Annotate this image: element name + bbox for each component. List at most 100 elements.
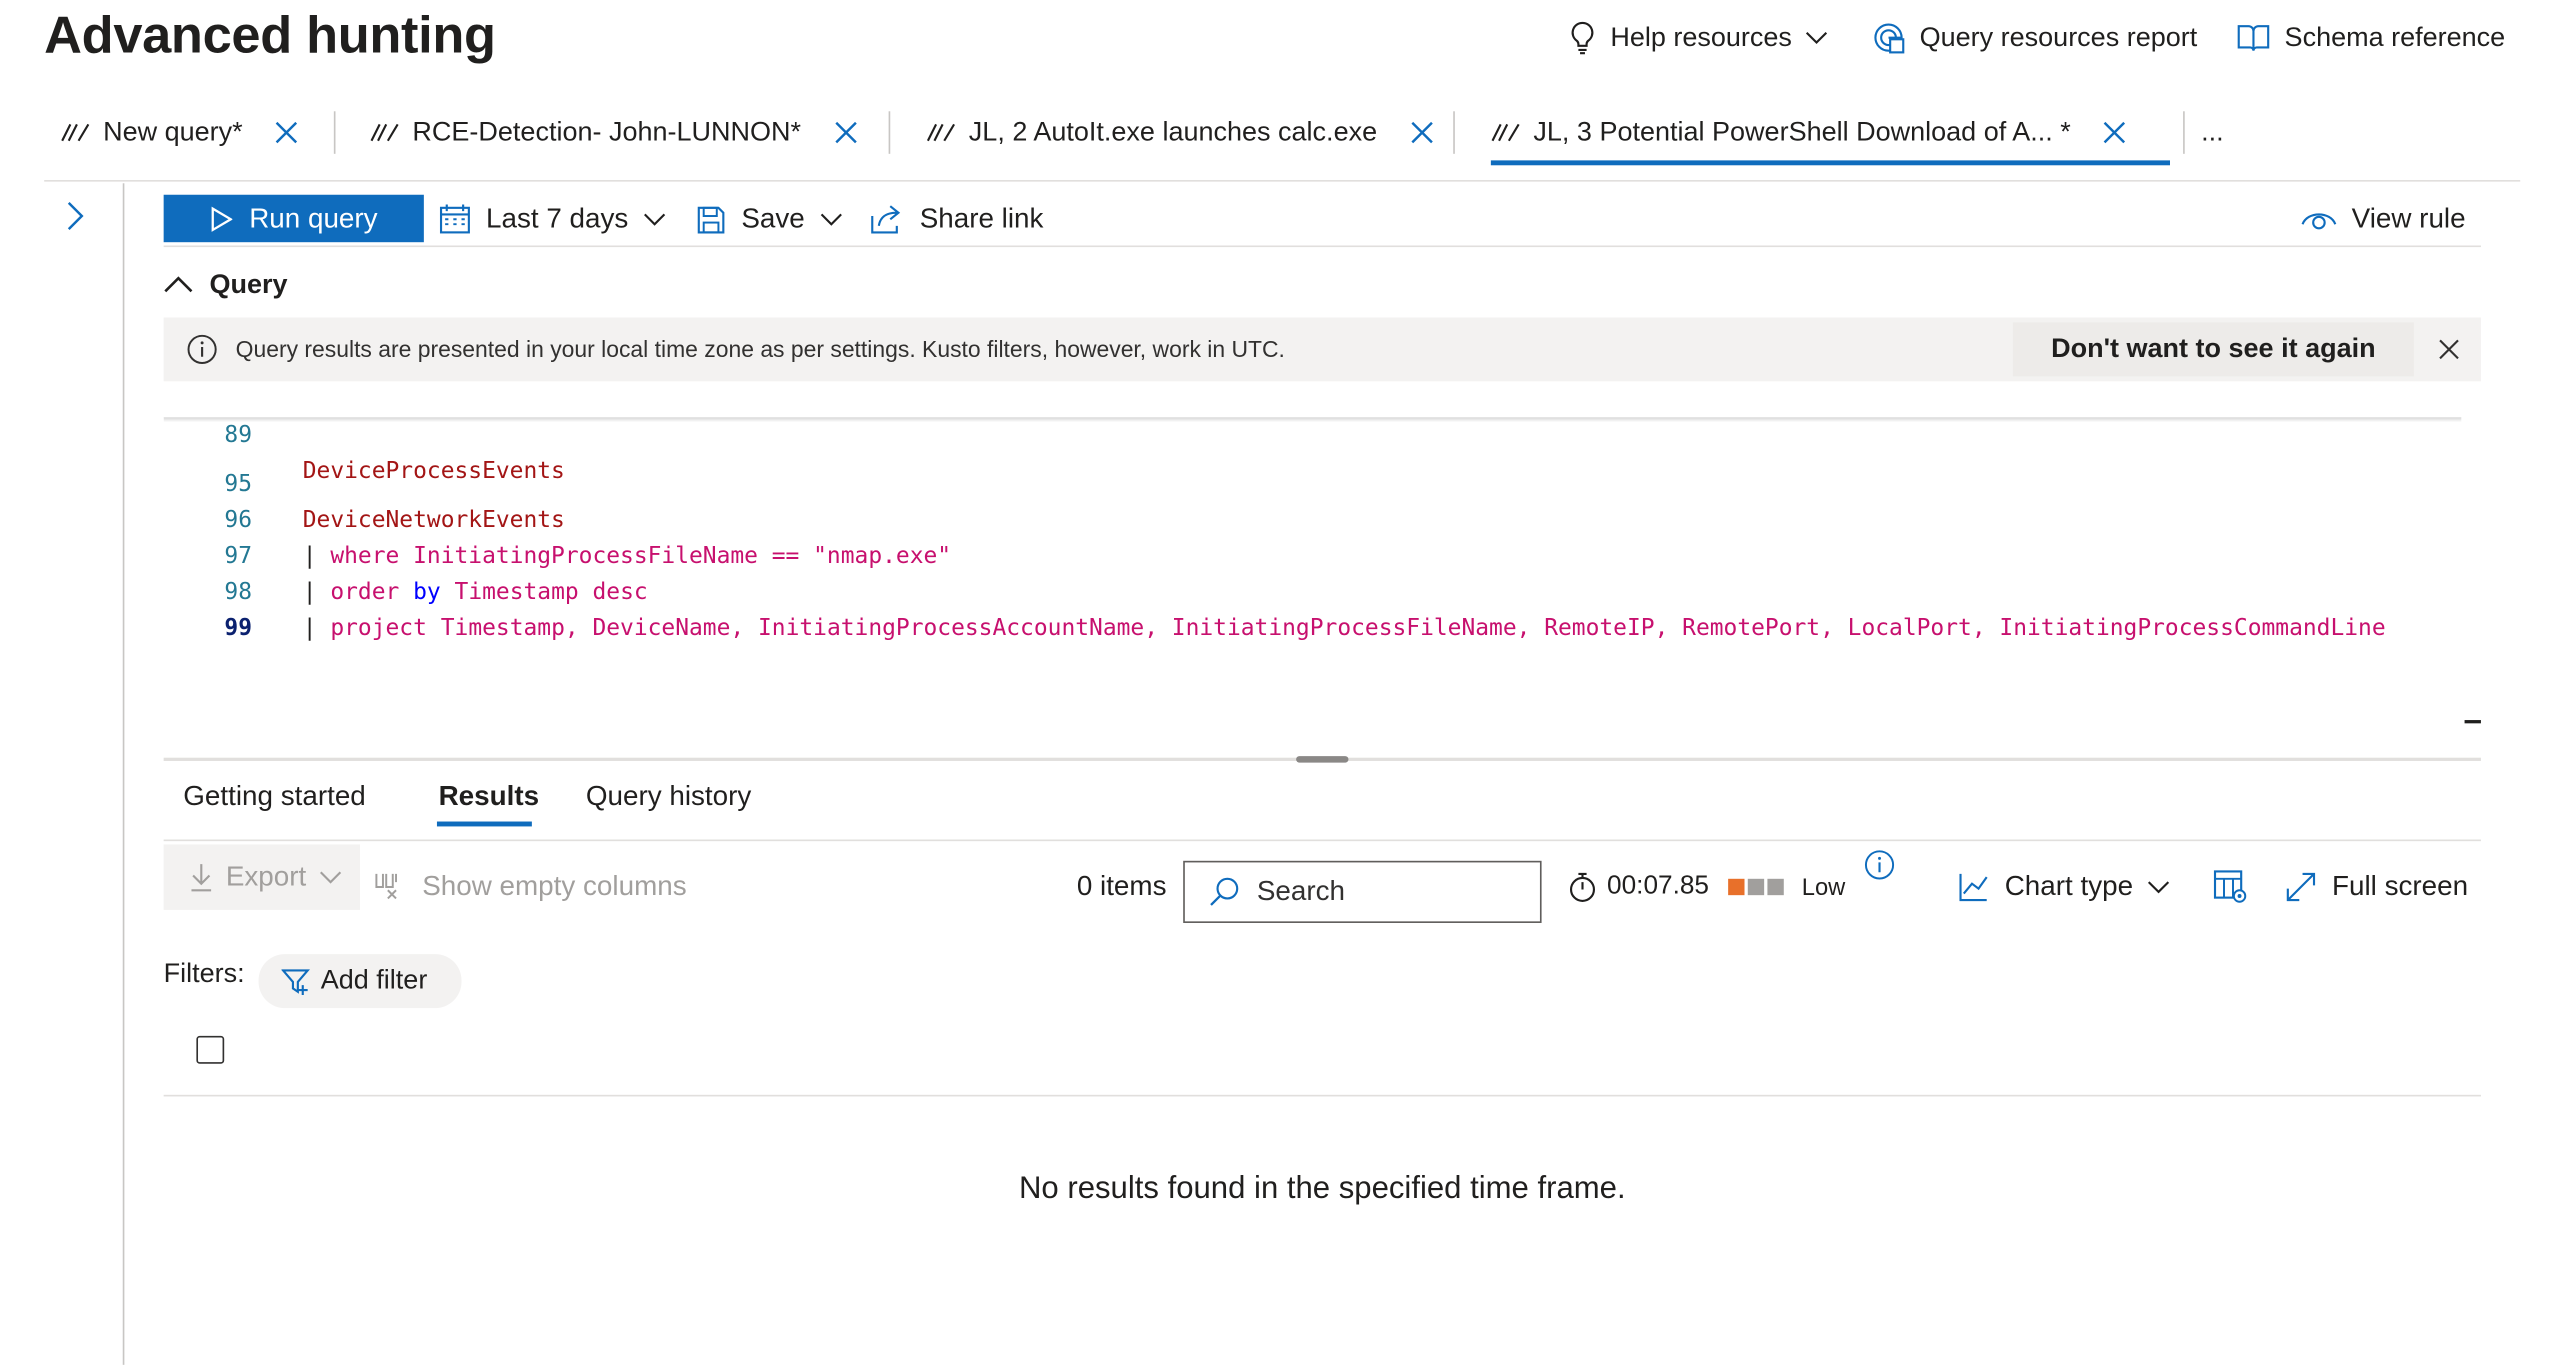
help-resources-label: Help resources xyxy=(1610,22,1792,52)
filter-icon xyxy=(281,966,310,995)
tab-autoit-calc[interactable]: JL, 2 AutoIt.exe launches calc.exe xyxy=(926,101,1432,163)
columns-hidden-icon xyxy=(373,871,406,904)
query-resources-report-link[interactable]: Query resources report xyxy=(1871,16,2198,59)
code-columns: Timestamp, DeviceName, InitiatingProcess… xyxy=(440,615,2386,642)
resource-usage-level: Low xyxy=(1801,875,1846,902)
query-edit-icon xyxy=(370,121,399,144)
view-rule-button[interactable]: View rule xyxy=(2301,196,2466,242)
tab-powershell-download[interactable]: JL, 3 Potential PowerShell Download of A… xyxy=(1491,101,2127,163)
save-icon xyxy=(696,204,727,235)
active-tab-indicator xyxy=(1490,160,2170,166)
resource-usage-meter xyxy=(1728,878,1784,896)
save-dropdown[interactable]: Save xyxy=(696,196,843,242)
show-empty-columns-label: Show empty columns xyxy=(422,870,687,902)
query-section-toggle[interactable]: Query xyxy=(164,265,288,304)
export-button[interactable]: Export xyxy=(163,844,361,910)
play-icon xyxy=(210,205,233,232)
query-duration: 00:07.85 xyxy=(1568,871,1709,904)
show-empty-columns-toggle[interactable]: Show empty columns xyxy=(373,864,687,910)
info-message-text: Query results are presented in your loca… xyxy=(235,335,1285,362)
close-icon[interactable] xyxy=(2438,339,2459,360)
share-icon xyxy=(869,203,905,236)
items-count: 0 items xyxy=(1076,870,1167,902)
chevron-down-icon xyxy=(319,869,342,885)
time-range-label: Last 7 days xyxy=(486,202,629,235)
code-line: 99 xyxy=(164,574,2481,641)
share-link-button[interactable]: Share link xyxy=(869,196,1043,242)
help-resources-dropdown[interactable]: Help resources xyxy=(1568,16,1828,59)
chevron-down-icon xyxy=(819,211,842,227)
book-icon xyxy=(2235,21,2271,54)
save-label: Save xyxy=(741,202,805,235)
code-line: 97 | order by Timestamp desc xyxy=(164,502,2481,605)
add-filter-label: Add filter xyxy=(320,965,428,995)
tabs-divider xyxy=(163,839,2481,842)
close-icon[interactable] xyxy=(1410,121,1433,144)
code-pipe: | xyxy=(302,615,331,642)
code-line: 98 | project Timestamp, DeviceName, Init… xyxy=(164,538,2481,641)
table-header-divider xyxy=(163,1094,2481,1097)
search-icon xyxy=(1208,876,1241,909)
expand-icon xyxy=(2285,871,2318,904)
add-filter-button[interactable]: Add filter xyxy=(258,954,462,1009)
schema-reference-link[interactable]: Schema reference xyxy=(2235,16,2505,59)
full-screen-button[interactable]: Full screen xyxy=(2285,864,2469,910)
code-line: 96 | where InitiatingProcessFileName == … xyxy=(164,466,2481,569)
time-range-dropdown[interactable]: Last 7 days xyxy=(439,196,666,242)
query-editor[interactable]: 89 DeviceProcessEvents 95 DeviceNetworkE… xyxy=(163,381,2481,757)
empty-results-message: No results found in the specified time f… xyxy=(1018,1171,1626,1207)
usage-bar-empty xyxy=(1747,878,1765,896)
code-line: 89 DeviceProcessEvents xyxy=(164,381,2481,484)
tab-rce-detection[interactable]: RCE-Detection- John-LUNNON* xyxy=(370,101,857,163)
tab-divider xyxy=(2183,111,2185,154)
tab-new-query[interactable]: New query* xyxy=(61,101,299,163)
dont-show-again-button[interactable]: Don't want to see it again xyxy=(2012,322,2414,377)
search-input[interactable]: Search xyxy=(1183,860,1542,923)
calendar-icon xyxy=(439,203,472,236)
report-icon xyxy=(1871,20,1907,56)
tab-query-history[interactable]: Query history xyxy=(586,781,751,824)
query-edit-icon xyxy=(61,121,90,144)
left-rail xyxy=(0,183,125,1365)
export-label: Export xyxy=(225,860,307,892)
query-tabs: New query* RCE-Detection- John-LUNNON* J… xyxy=(44,101,2521,182)
usage-bar-empty xyxy=(1767,878,1784,896)
sticky-scroll-shadow xyxy=(163,417,2462,423)
filters-label: Filters: xyxy=(163,958,245,989)
resize-handle[interactable] xyxy=(1296,756,1349,763)
customize-columns-icon[interactable] xyxy=(2213,869,2249,905)
full-screen-label: Full screen xyxy=(2332,870,2469,902)
query-section-label: Query xyxy=(209,269,288,299)
tab-getting-started[interactable]: Getting started xyxy=(183,781,365,824)
code-line: 95 DeviceNetworkEvents xyxy=(164,430,2481,533)
select-all-checkbox[interactable] xyxy=(196,1035,225,1064)
eye-icon xyxy=(2301,206,2337,232)
more-tabs-button[interactable]: ... xyxy=(2201,101,2224,163)
view-rule-label: View rule xyxy=(2351,202,2466,235)
expand-chevron-icon[interactable] xyxy=(65,200,85,233)
info-icon[interactable] xyxy=(1864,849,1895,880)
tab-label: RCE-Detection- John-LUNNON* xyxy=(412,117,802,147)
duration-text: 00:07.85 xyxy=(1607,872,1709,901)
run-query-button[interactable]: Run query xyxy=(163,194,424,243)
close-icon[interactable] xyxy=(834,121,857,144)
chevron-up-icon xyxy=(164,275,193,295)
chevron-down-icon xyxy=(1805,29,1828,45)
tab-results[interactable]: Results xyxy=(439,781,540,824)
chart-type-dropdown[interactable]: Chart type xyxy=(1957,864,2170,910)
close-icon[interactable] xyxy=(275,121,298,144)
close-icon[interactable] xyxy=(2103,121,2126,144)
tab-label: JL, 3 Potential PowerShell Download of A… xyxy=(1533,117,2071,147)
tab-label: JL, 2 AutoIt.exe launches calc.exe xyxy=(968,117,1378,147)
page-title: Advanced hunting xyxy=(44,4,496,64)
query-resources-report-label: Query resources report xyxy=(1919,22,2198,52)
schema-reference-label: Schema reference xyxy=(2284,22,2506,52)
chevron-down-icon xyxy=(2148,879,2171,895)
line-number: 99 xyxy=(224,615,253,642)
minimize-editor-button[interactable] xyxy=(2464,720,2481,724)
search-placeholder: Search xyxy=(1256,875,1345,907)
tab-label: New query* xyxy=(103,117,243,147)
chart-type-label: Chart type xyxy=(2004,870,2134,902)
query-edit-icon xyxy=(926,121,955,144)
usage-bar-filled xyxy=(1728,878,1745,896)
